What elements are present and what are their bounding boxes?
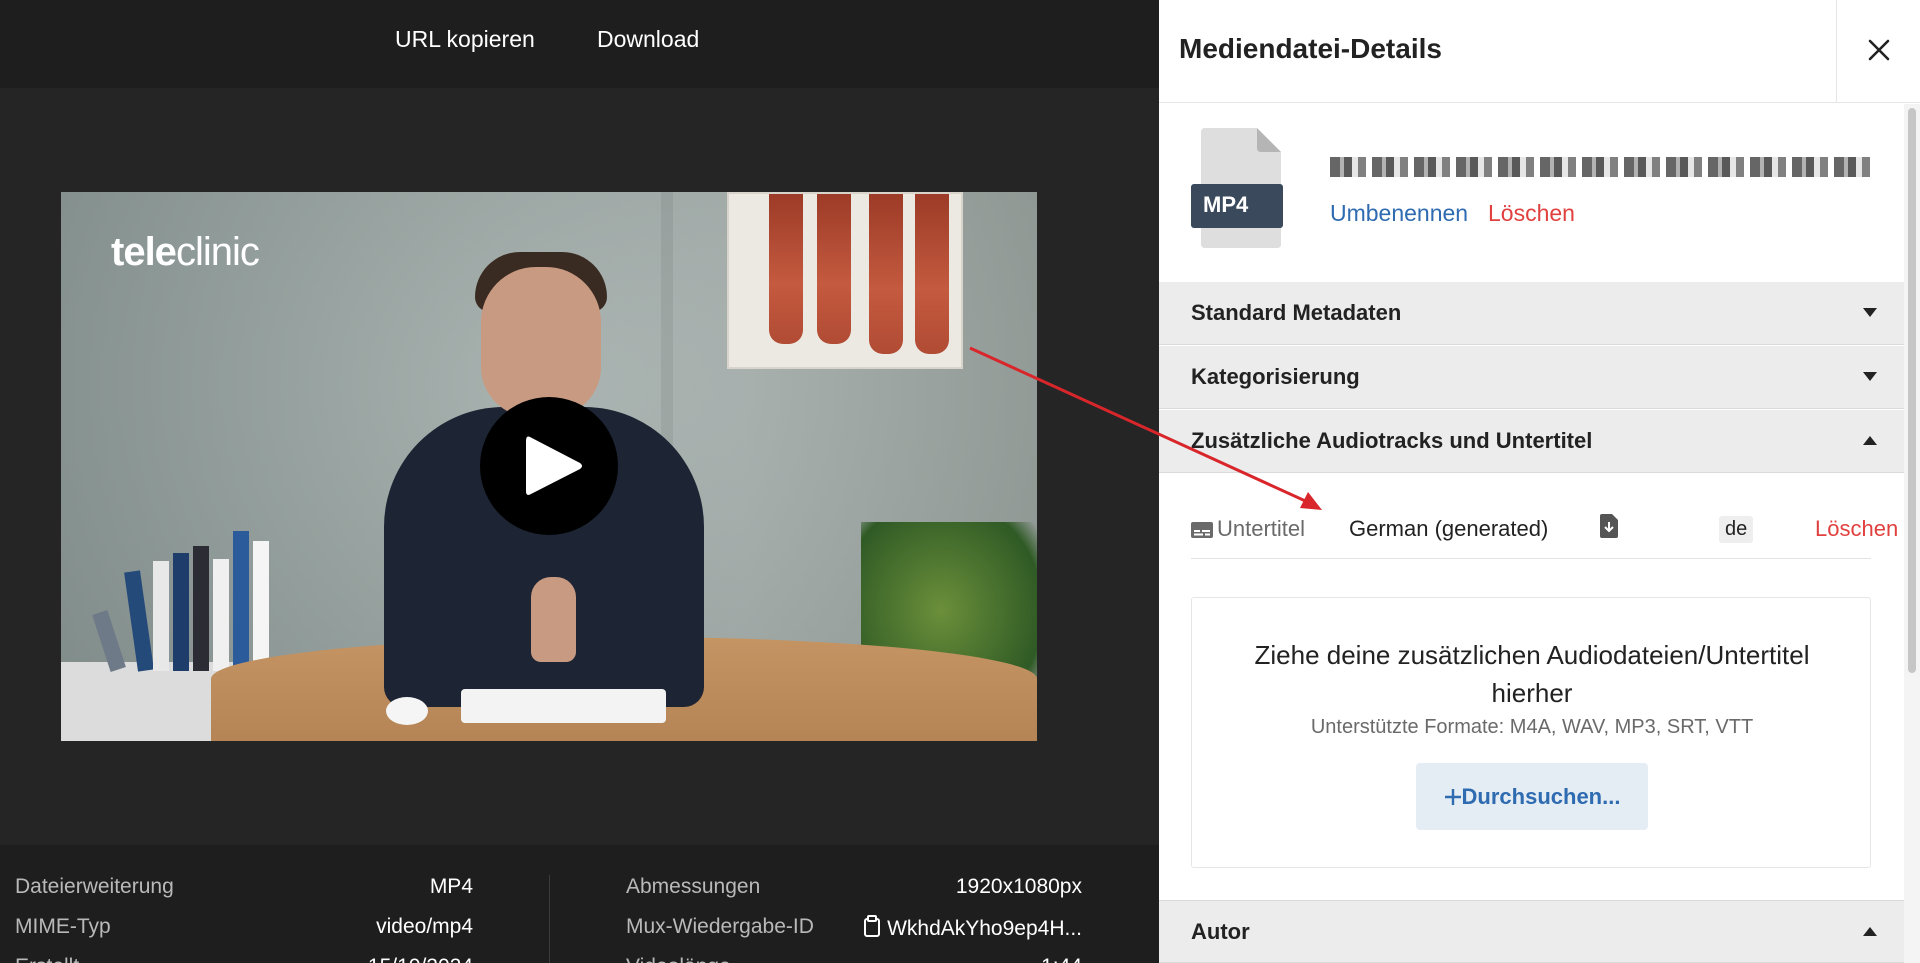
panel-title: Mediendatei-Details — [1179, 33, 1442, 64]
plus-icon — [1444, 789, 1461, 805]
caret-up-icon — [1863, 436, 1877, 445]
anatomy-poster — [727, 192, 963, 369]
file-download-icon[interactable] — [1600, 514, 1618, 538]
close-button[interactable] — [1836, 0, 1920, 103]
play-button[interactable] — [480, 397, 618, 535]
file-badge: MP4 — [1203, 192, 1249, 217]
clipboard-icon — [864, 915, 881, 937]
meta-label: Mux-Wiedergabe-ID — [626, 915, 814, 938]
file-metadata: Dateierweiterung MP4 MIME-Typ video/mp4 … — [0, 845, 1159, 963]
mouse — [386, 697, 428, 725]
close-icon — [1868, 39, 1890, 61]
dropzone-formats: Unterstützte Formate: M4A, WAV, MP3, SRT… — [1310, 716, 1754, 738]
subtitles-icon — [1191, 522, 1213, 538]
delete-file-link[interactable]: Löschen — [1488, 200, 1575, 227]
file-summary: MP4 Umbenennen Löschen — [1159, 104, 1904, 282]
download-button[interactable]: Download — [597, 26, 699, 53]
viewer-toolbar: URL kopieren Download — [0, 0, 1159, 88]
accordion-categorization[interactable]: Kategorisierung — [1159, 346, 1904, 409]
meta-value: MP4 — [429, 875, 473, 898]
track-type: Untertitel — [1191, 516, 1305, 542]
copy-url-button[interactable]: URL kopieren — [395, 26, 535, 53]
track-name: German (generated) — [1349, 516, 1549, 541]
track-dropzone[interactable]: Ziehe deine zusätzlichen Audiodateien/Un… — [1191, 597, 1871, 868]
meta-label: Erstellt — [15, 955, 79, 963]
caret-up-icon — [1863, 927, 1877, 936]
scrollbar-thumb[interactable] — [1908, 108, 1916, 673]
keyboard — [461, 689, 666, 723]
meta-value: 1920x1080px — [955, 875, 1082, 898]
meta-value: 1:44 — [1041, 955, 1082, 963]
meta-label: Dateierweiterung — [15, 875, 174, 898]
meta-label: Videolänge — [626, 955, 731, 963]
meta-label: Abmessungen — [626, 875, 761, 898]
accordion-audiotracks-subtitles[interactable]: Zusätzliche Audiotracks und Untertitel — [1159, 410, 1904, 473]
browse-button[interactable]: Durchsuchen... — [1416, 763, 1648, 830]
file-name — [1330, 156, 1890, 184]
caret-down-icon — [1863, 308, 1877, 317]
media-details-panel: Mediendatei-Details MP4 Umbenennen Lösch… — [1159, 0, 1920, 963]
teleclinic-logo: teleclinic — [111, 230, 260, 274]
caret-down-icon — [1863, 372, 1877, 381]
panel-scrollbar[interactable] — [1904, 104, 1920, 963]
play-icon — [526, 436, 582, 495]
delete-track-link[interactable]: Löschen — [1815, 516, 1898, 542]
dropzone-title: Ziehe deine zusätzlichen Audiodateien/Un… — [1254, 640, 1810, 708]
mp4-file-icon — [1191, 128, 1283, 248]
accordion-author[interactable]: Autor — [1159, 900, 1904, 963]
panel-header: Mediendatei-Details — [1159, 0, 1920, 103]
subtitle-track-row: Untertitel German (generated) de Löschen — [1191, 502, 1898, 559]
rename-link[interactable]: Umbenennen — [1330, 200, 1468, 227]
media-viewer: URL kopieren Download teleclinic Dateier… — [0, 0, 1159, 963]
track-language-badge: de — [1719, 516, 1754, 543]
mux-playback-id[interactable]: WkhdAkYho9ep4H... — [863, 915, 1082, 941]
meta-value: video/mp4 — [376, 915, 473, 938]
meta-value: 15/10/2024 — [368, 955, 473, 963]
accordion-standard-metadata[interactable]: Standard Metadaten — [1159, 282, 1904, 345]
meta-label: MIME-Typ — [15, 915, 111, 938]
